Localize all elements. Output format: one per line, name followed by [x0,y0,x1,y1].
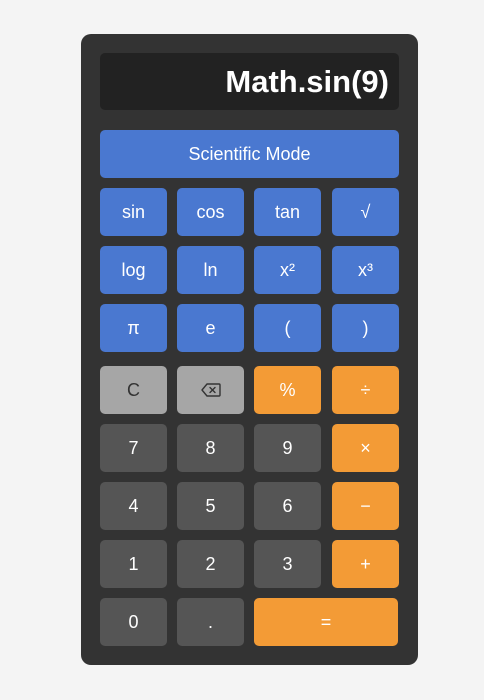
digit-0-button[interactable]: 0 [100,598,167,646]
minus-button[interactable]: − [332,482,399,530]
digit-5-button[interactable]: 5 [177,482,244,530]
close-paren-button[interactable]: ) [332,304,399,352]
display-value: Math.sin(9) [225,63,389,99]
clear-button[interactable]: C [100,366,167,414]
sin-button[interactable]: sin [100,188,167,236]
calculator: Math.sin(9) Scientific Mode sin cos tan … [81,34,418,665]
square-button[interactable]: x² [254,246,321,294]
digit-9-button[interactable]: 9 [254,424,321,472]
open-paren-button[interactable]: ( [254,304,321,352]
plus-button[interactable]: + [332,540,399,588]
cos-button[interactable]: cos [177,188,244,236]
digit-4-button[interactable]: 4 [100,482,167,530]
tan-button[interactable]: tan [254,188,321,236]
ln-button[interactable]: ln [177,246,244,294]
cube-button[interactable]: x³ [332,246,399,294]
digit-1-button[interactable]: 1 [100,540,167,588]
scientific-mode-label: Scientific Mode [188,143,311,164]
digit-8-button[interactable]: 8 [177,424,244,472]
backspace-button[interactable] [177,366,244,414]
percent-button[interactable]: % [254,366,321,414]
multiply-button[interactable]: × [332,424,399,472]
scientific-mode-button[interactable]: Scientific Mode [100,130,399,178]
digit-7-button[interactable]: 7 [100,424,167,472]
divide-button[interactable]: ÷ [332,366,399,414]
sqrt-button[interactable]: √ [332,188,399,236]
digit-6-button[interactable]: 6 [254,482,321,530]
decimal-button[interactable]: . [177,598,244,646]
equals-button[interactable]: = [254,598,398,646]
e-button[interactable]: e [177,304,244,352]
log-button[interactable]: log [100,246,167,294]
backspace-icon [200,383,221,397]
digit-2-button[interactable]: 2 [177,540,244,588]
digit-3-button[interactable]: 3 [254,540,321,588]
pi-button[interactable]: π [100,304,167,352]
display: Math.sin(9) [100,53,399,110]
